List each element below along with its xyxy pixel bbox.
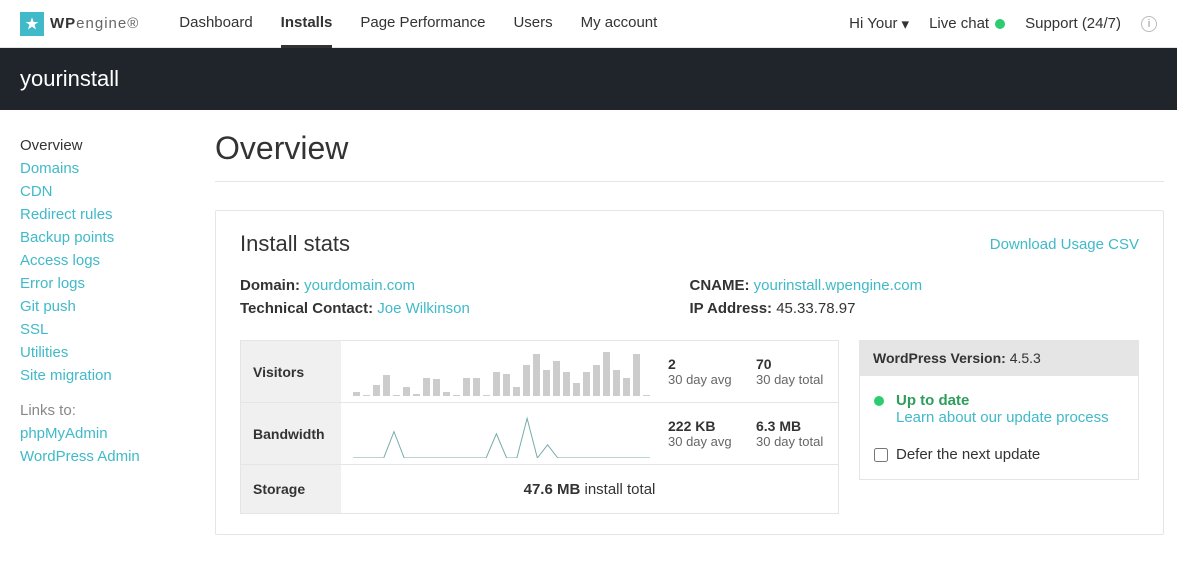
sidebar-links-label: Links to: — [20, 399, 185, 422]
nav-page-performance[interactable]: Page Performance — [360, 0, 485, 48]
visitors-avg-sub: 30 day avg — [668, 372, 744, 387]
defer-text: Defer the next update — [896, 446, 1040, 463]
storage-value: 47.6 MB — [524, 481, 581, 498]
bandwidth-chart — [341, 403, 662, 464]
cname-link[interactable]: yourinstall.wpengine.com — [754, 277, 922, 294]
ip-value: 45.33.78.97 — [776, 300, 855, 317]
ip-label: IP Address: — [690, 300, 773, 317]
sidebar-item-utilities[interactable]: Utilities — [20, 341, 185, 364]
bandwidth-avg: 222 KB — [668, 418, 744, 434]
chevron-down-icon: ▾ — [902, 15, 910, 33]
status-ok-icon — [874, 396, 884, 406]
defer-update-label[interactable]: Defer the next update — [874, 446, 1124, 463]
page-title: Overview — [215, 130, 1164, 182]
visitors-total-sub: 30 day total — [756, 372, 832, 387]
sidebar-item-cdn[interactable]: CDN — [20, 180, 185, 203]
bandwidth-total-sub: 30 day total — [756, 434, 832, 449]
visitors-chart — [341, 341, 662, 402]
sidebar-item-git-push[interactable]: Git push — [20, 295, 185, 318]
wordpress-version-box: WordPress Version: 4.5.3 Up to date Lear… — [859, 340, 1139, 514]
sidebar-item-error-logs[interactable]: Error logs — [20, 272, 185, 295]
bandwidth-total: 6.3 MB — [756, 418, 832, 434]
sidebar-item-domains[interactable]: Domains — [20, 157, 185, 180]
bandwidth-avg-sub: 30 day avg — [668, 434, 744, 449]
brand-icon — [20, 12, 44, 36]
brand-text: WPengine® — [50, 15, 139, 32]
main-nav: Dashboard Installs Page Performance User… — [179, 0, 849, 48]
card-title: Install stats — [240, 231, 350, 257]
storage-label: Storage — [241, 465, 341, 513]
sidebar-item-site-migration[interactable]: Site migration — [20, 364, 185, 387]
install-name-header: yourinstall — [0, 48, 1177, 110]
defer-update-checkbox[interactable] — [874, 448, 888, 462]
storage-suffix: install total — [585, 481, 656, 498]
nav-dashboard[interactable]: Dashboard — [179, 0, 252, 48]
sidebar-item-ssl[interactable]: SSL — [20, 318, 185, 341]
stats-table: Visitors 230 day avg 7030 day total Band… — [240, 340, 839, 514]
support-link[interactable]: Support (24/7) — [1025, 15, 1121, 32]
sidebar-item-overview[interactable]: Overview — [20, 134, 185, 157]
brand-logo[interactable]: WPengine® — [20, 12, 139, 36]
bandwidth-label: Bandwidth — [241, 403, 341, 464]
wp-status-text: Up to date — [896, 392, 1109, 409]
visitors-total: 70 — [756, 356, 832, 372]
wp-version-value: 4.5.3 — [1010, 350, 1041, 366]
download-csv-link[interactable]: Download Usage CSV — [990, 236, 1139, 253]
nav-users[interactable]: Users — [513, 0, 552, 48]
sidebar-link-phpmyadmin[interactable]: phpMyAdmin — [20, 422, 185, 445]
domain-link[interactable]: yourdomain.com — [304, 277, 415, 294]
user-greeting-dropdown[interactable]: Hi Your ▾ — [849, 15, 909, 33]
contact-label: Technical Contact: — [240, 300, 373, 317]
sidebar: Overview Domains CDN Redirect rules Back… — [20, 130, 185, 535]
cname-label: CNAME: — [690, 277, 750, 294]
wp-learn-link[interactable]: Learn about our update process — [896, 409, 1109, 426]
nav-installs[interactable]: Installs — [281, 0, 333, 48]
sidebar-item-access-logs[interactable]: Access logs — [20, 249, 185, 272]
status-online-icon — [995, 19, 1005, 29]
visitors-avg: 2 — [668, 356, 744, 372]
live-chat-link[interactable]: Live chat — [929, 15, 1005, 32]
install-stats-card: Install stats Download Usage CSV Domain:… — [215, 210, 1164, 535]
greeting-text: Hi Your — [849, 15, 897, 32]
wp-version-label: WordPress Version: — [873, 350, 1006, 366]
visitors-label: Visitors — [241, 341, 341, 402]
sidebar-item-backup-points[interactable]: Backup points — [20, 226, 185, 249]
help-icon[interactable]: i — [1141, 16, 1157, 32]
nav-my-account[interactable]: My account — [581, 0, 658, 48]
livechat-text: Live chat — [929, 15, 989, 32]
sidebar-link-wp-admin[interactable]: WordPress Admin — [20, 445, 185, 468]
sidebar-item-redirect-rules[interactable]: Redirect rules — [20, 203, 185, 226]
domain-label: Domain: — [240, 277, 300, 294]
contact-link[interactable]: Joe Wilkinson — [377, 300, 470, 317]
